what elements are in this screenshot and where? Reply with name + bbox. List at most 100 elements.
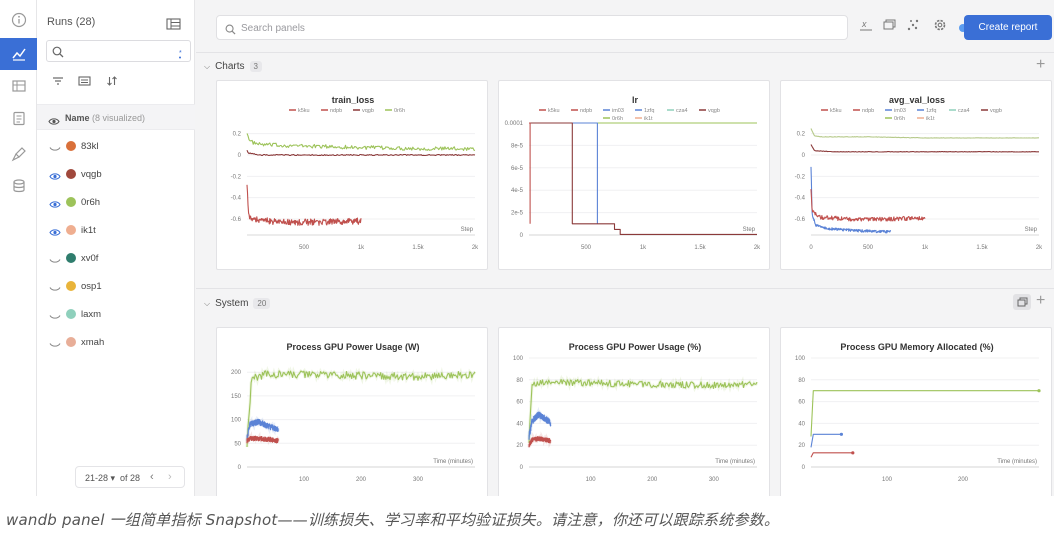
chart-panel[interactable]: Process GPU Power Usage (%) 100 80 60 40 20 0 1… <box>498 327 770 496</box>
legend-label: k5ku <box>298 108 310 114</box>
page-range-select[interactable]: 21-28 ▾ <box>85 473 115 484</box>
run-row[interactable]: xmah <box>37 328 195 356</box>
panel-search[interactable] <box>216 15 848 40</box>
system-section-header[interactable]: ⌵ System 20 <box>204 298 271 309</box>
x-tick-label: 2k <box>754 245 761 251</box>
run-name: ik1t <box>81 225 96 236</box>
y-tick-label: 80 <box>516 378 523 384</box>
run-row[interactable]: vqgb <box>37 160 195 188</box>
series-line <box>810 390 1039 437</box>
next-page-icon[interactable]: › <box>168 471 172 483</box>
series-band <box>245 365 477 448</box>
info-icon[interactable] <box>0 4 37 36</box>
group-icon[interactable] <box>78 74 91 92</box>
gpu-power-watts-chart: Process GPU Power Usage (W) 200 150 100 50 0 1… <box>231 342 477 483</box>
section-title: Charts <box>215 61 245 72</box>
filter-icon[interactable] <box>52 74 64 92</box>
y-tick-label: 80 <box>798 378 805 384</box>
x-tick-label: 100 <box>882 477 893 483</box>
y-tick-label: -0.2 <box>231 174 242 180</box>
run-color-dot[interactable] <box>66 309 76 319</box>
run-color-dot[interactable] <box>66 281 76 291</box>
sort-icon[interactable] <box>106 74 118 92</box>
name-column-label: Name <box>65 113 90 123</box>
run-color-dot[interactable] <box>66 141 76 151</box>
sweeps-icon[interactable] <box>0 138 37 170</box>
x-tick-label: 500 <box>299 245 310 251</box>
run-color-dot[interactable] <box>66 169 76 179</box>
run-row[interactable]: xv0f <box>37 244 195 272</box>
series-line <box>246 149 476 157</box>
artifacts-icon[interactable] <box>0 170 37 202</box>
run-color-dot[interactable] <box>66 253 76 263</box>
y-tick-label: -0.4 <box>795 196 806 202</box>
y-tick-label: 8e-5 <box>511 143 524 149</box>
eye-closed-icon[interactable] <box>49 336 61 354</box>
smoothing-icon[interactable] <box>906 18 920 37</box>
charts-icon[interactable] <box>0 38 37 70</box>
series-line <box>246 133 476 151</box>
train-loss-chart: train_loss k5ku ndpb vqgb 0r6h 0.2 0 -0.2 -0.4 -0… <box>231 95 480 251</box>
eye-icon[interactable] <box>49 224 61 242</box>
create-report-button[interactable]: Create report <box>964 15 1052 40</box>
series-endpoint <box>839 432 843 436</box>
charts-section-header[interactable]: ⌵ Charts 3 <box>204 61 262 72</box>
table-icon[interactable] <box>0 70 37 102</box>
y-tick-label: 100 <box>795 356 806 362</box>
series-endpoint <box>851 451 855 455</box>
x-tick-label: 500 <box>863 245 874 251</box>
x-axis-icon[interactable]: x <box>859 18 873 37</box>
settings-icon[interactable] <box>933 18 947 37</box>
add-panel-icon[interactable]: + <box>1036 56 1045 74</box>
add-panel-icon[interactable]: + <box>1036 292 1045 310</box>
layout-icon[interactable] <box>882 18 896 37</box>
chart-panel[interactable]: Process GPU Memory Allocated (%) 100 80 60 4… <box>780 327 1052 496</box>
legend-label: ndpb <box>862 108 874 114</box>
chart-panel[interactable]: Process GPU Power Usage (W) 200 150 100 50 0 1… <box>216 327 488 496</box>
eye-icon[interactable] <box>48 113 60 131</box>
x-tick-label: 200 <box>647 477 658 483</box>
run-color-dot[interactable] <box>66 197 76 207</box>
eye-icon[interactable] <box>49 168 61 186</box>
eye-closed-icon[interactable] <box>49 280 61 298</box>
regex-icon[interactable]: * <box>178 46 188 64</box>
chart-title: train_loss <box>332 95 375 105</box>
reports-icon[interactable] <box>0 102 37 134</box>
legend-label: cza4 <box>958 108 970 114</box>
run-color-dot[interactable] <box>66 337 76 347</box>
search-panels-input[interactable] <box>241 21 801 35</box>
run-name: vqgb <box>81 169 102 180</box>
run-row[interactable]: 83kl <box>37 132 195 160</box>
runs-search-input[interactable]: * <box>46 40 191 62</box>
visualized-count: (8 visualized) <box>92 113 146 123</box>
lr-chart: lr k5ku ndpb im03 1zfq cza4 vqgb 0r6h ik1t 0.0001… <box>505 95 762 251</box>
x-axis-label: Time (minutes) <box>433 459 473 465</box>
run-row[interactable]: ik1t <box>37 216 195 244</box>
run-name: osp1 <box>81 281 102 292</box>
prev-page-icon[interactable]: ‹ <box>150 471 154 483</box>
search-icon <box>225 22 236 40</box>
eye-icon[interactable] <box>49 196 61 214</box>
y-tick-label: 0.2 <box>797 132 806 138</box>
table-view-icon[interactable] <box>166 17 181 35</box>
run-color-dot[interactable] <box>66 225 76 235</box>
series-line <box>810 144 1039 153</box>
run-row[interactable]: osp1 <box>37 272 195 300</box>
chevron-down-icon: ⌵ <box>204 61 211 71</box>
eye-closed-icon[interactable] <box>49 308 61 326</box>
legend-label: ik1t <box>926 116 935 122</box>
chart-panel[interactable]: avg_val_loss k5ku ndpb im03 1zfq cza4 vqgb 0r6h… <box>780 80 1052 270</box>
layout-icon[interactable] <box>1013 294 1031 310</box>
y-tick-label: 6e-5 <box>511 166 524 172</box>
y-tick-label: -0.2 <box>795 174 806 180</box>
run-row[interactable]: 0r6h <box>37 188 195 216</box>
eye-closed-icon[interactable] <box>49 252 61 270</box>
eye-closed-icon[interactable] <box>49 140 61 158</box>
y-tick-label: 2e-5 <box>511 211 524 217</box>
y-tick-label: 60 <box>516 400 523 406</box>
y-tick-label: 150 <box>231 394 242 400</box>
chart-panel[interactable]: train_loss k5ku ndpb vqgb 0r6h 0.2 0 -0.2 -0.4 -0… <box>216 80 488 270</box>
x-tick-label: 100 <box>586 477 597 483</box>
chart-panel[interactable]: lr k5ku ndpb im03 1zfq cza4 vqgb 0r6h ik1t 0.0001… <box>498 80 770 270</box>
run-row[interactable]: laxm <box>37 300 195 328</box>
